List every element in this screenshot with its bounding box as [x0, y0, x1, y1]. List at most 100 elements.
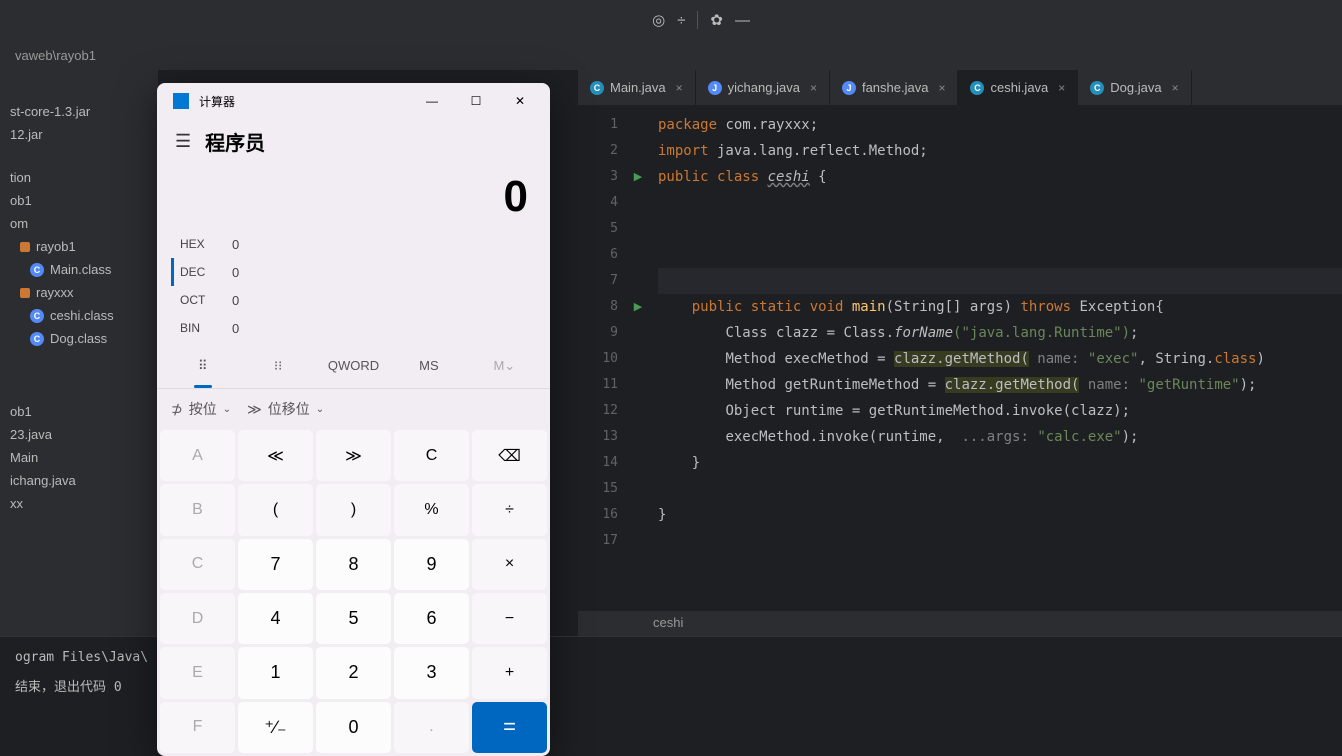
btn-3[interactable]: 3 [394, 647, 469, 698]
btn-d[interactable]: D [160, 593, 235, 644]
calculator-window: 计算器 — ☐ ✕ ☰ 程序员 0 HEX0 DEC0 OCT0 BIN0 ⠿ … [157, 83, 550, 756]
gutter-markers: ▶ ▶ [628, 106, 648, 610]
btn-c[interactable]: C [160, 539, 235, 590]
sidebar-item[interactable]: om [0, 212, 158, 235]
btn-9[interactable]: 9 [394, 539, 469, 590]
btn-minus[interactable]: − [472, 593, 547, 644]
breadcrumb-bottom[interactable]: ceshi [578, 610, 1342, 636]
sidebar-item[interactable]: Main [0, 446, 158, 469]
btn-f[interactable]: F [160, 702, 235, 753]
maximize-button[interactable]: ☐ [454, 86, 498, 116]
java-icon: C [970, 81, 984, 95]
btn-clear[interactable]: C [394, 430, 469, 481]
calc-titlebar[interactable]: 计算器 — ☐ ✕ [157, 83, 550, 119]
sidebar-item[interactable]: 12.jar [0, 123, 158, 146]
sidebar-item[interactable]: rayob1 [0, 235, 158, 258]
bitwise-dropdown[interactable]: ⊅按位⌄ [171, 399, 231, 419]
btn-divide[interactable]: ÷ [472, 484, 547, 535]
minimize-button[interactable]: — [410, 86, 454, 116]
btn-5[interactable]: 5 [316, 593, 391, 644]
divide-icon[interactable]: ÷ [677, 12, 685, 29]
minimize-icon[interactable]: — [735, 12, 750, 29]
radix-bin[interactable]: BIN0 [171, 314, 536, 342]
btn-percent[interactable]: % [394, 484, 469, 535]
btn-rparen[interactable]: ) [316, 484, 391, 535]
class-icon: C [30, 332, 44, 346]
calc-mode-label: 程序员 [205, 127, 265, 156]
calc-display: 0 [157, 164, 550, 226]
class-icon: C [30, 263, 44, 277]
sidebar-item[interactable]: xx [0, 492, 158, 515]
sidebar-item[interactable]: 23.java [0, 423, 158, 446]
btn-6[interactable]: 6 [394, 593, 469, 644]
close-button[interactable]: ✕ [498, 86, 542, 116]
btn-b[interactable]: B [160, 484, 235, 535]
tab-main[interactable]: CMain.java× [578, 70, 696, 105]
close-icon[interactable]: × [1172, 81, 1179, 95]
package-icon [20, 288, 30, 298]
btn-plus[interactable]: + [472, 647, 547, 698]
btn-multiply[interactable]: × [472, 539, 547, 590]
sidebar-item[interactable]: ichang.java [0, 469, 158, 492]
editor-tabs: CMain.java× Jyichang.java× Jfanshe.java×… [578, 70, 1342, 106]
radix-list: HEX0 DEC0 OCT0 BIN0 [157, 226, 550, 344]
tab-fanshe[interactable]: Jfanshe.java× [830, 70, 959, 105]
sidebar-item[interactable]: ob1 [0, 189, 158, 212]
btn-lshift[interactable]: ≪ [238, 430, 313, 481]
radix-hex[interactable]: HEX0 [171, 230, 536, 258]
sidebar-item[interactable]: tion [0, 166, 158, 189]
tab-dog[interactable]: CDog.java× [1078, 70, 1191, 105]
close-icon[interactable]: × [938, 81, 945, 95]
btn-backspace[interactable]: ⌫ [472, 430, 547, 481]
btn-negate[interactable]: ⁺∕₋ [238, 702, 313, 753]
btn-1[interactable]: 1 [238, 647, 313, 698]
java-icon: C [590, 81, 604, 95]
btn-4[interactable]: 4 [238, 593, 313, 644]
btn-8[interactable]: 8 [316, 539, 391, 590]
sidebar-item[interactable]: rayxxx [0, 281, 158, 304]
close-icon[interactable]: × [1058, 81, 1065, 95]
project-sidebar[interactable]: st-core-1.3.jar 12.jar tion ob1 om rayob… [0, 70, 158, 636]
btn-7[interactable]: 7 [238, 539, 313, 590]
package-icon [20, 242, 30, 252]
sidebar-item[interactable]: st-core-1.3.jar [0, 100, 158, 123]
separator [697, 11, 698, 29]
bit-ops: ⊅按位⌄ ≫位移位⌄ [157, 389, 550, 427]
sidebar-item[interactable]: CMain.class [0, 258, 158, 281]
code-editor[interactable]: 1234567891011121314151617 ▶ ▶ package co… [578, 106, 1342, 610]
sidebar-item[interactable]: ob1 [0, 400, 158, 423]
btn-0[interactable]: 0 [316, 702, 391, 753]
btn-e[interactable]: E [160, 647, 235, 698]
shift-dropdown[interactable]: ≫位移位⌄ [247, 399, 324, 419]
run-icon[interactable]: ▶ [628, 294, 648, 320]
radix-dec[interactable]: DEC0 [171, 258, 536, 286]
hamburger-icon[interactable]: ☰ [175, 131, 191, 152]
tab-ceshi[interactable]: Cceshi.java× [958, 70, 1078, 105]
sidebar-item[interactable]: Cceshi.class [0, 304, 158, 327]
btn-equals[interactable]: = [472, 702, 547, 753]
btn-rshift[interactable]: ≫ [316, 430, 391, 481]
radix-oct[interactable]: OCT0 [171, 286, 536, 314]
qword-tab[interactable]: QWORD [316, 350, 391, 382]
chevron-down-icon: ⌄ [316, 404, 324, 415]
close-icon[interactable]: × [676, 81, 683, 95]
calc-title: 计算器 [199, 93, 410, 110]
keypad-tab[interactable]: ⠿ [165, 350, 240, 382]
mv-tab: M⌄ [467, 350, 542, 382]
btn-a[interactable]: A [160, 430, 235, 481]
sidebar-item[interactable]: CDog.class [0, 327, 158, 350]
java-icon: J [708, 81, 722, 95]
run-icon[interactable]: ▶ [628, 164, 648, 190]
btn-2[interactable]: 2 [316, 647, 391, 698]
target-icon[interactable]: ◎ [652, 11, 665, 29]
binary-tab[interactable]: ⁝⁝ [240, 350, 315, 382]
tab-yichang[interactable]: Jyichang.java× [696, 70, 830, 105]
calc-keypad: A ≪ ≫ C ⌫ B ( ) % ÷ C 7 8 9 × D 4 5 6 − … [157, 427, 550, 756]
ms-tab[interactable]: MS [391, 350, 466, 382]
line-gutter: 1234567891011121314151617 [578, 106, 628, 610]
btn-lparen[interactable]: ( [238, 484, 313, 535]
btn-dot[interactable]: . [394, 702, 469, 753]
mode-tabs: ⠿ ⁝⁝ QWORD MS M⌄ [157, 344, 550, 389]
close-icon[interactable]: × [810, 81, 817, 95]
gear-icon[interactable]: ✿ [710, 11, 723, 29]
